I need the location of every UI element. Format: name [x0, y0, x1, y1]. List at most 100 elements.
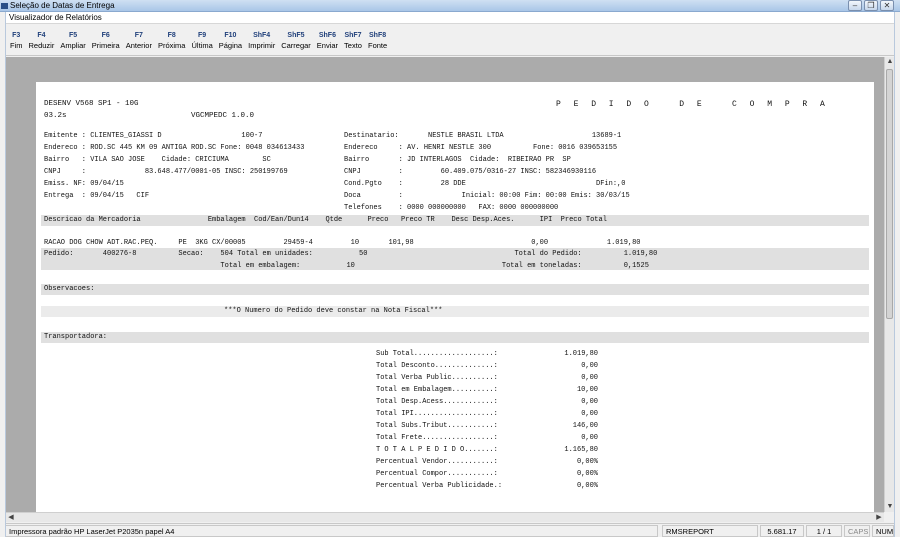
vertical-scrollbar[interactable]: ▲ ▼ [884, 57, 894, 512]
report-doc-title: P E D I D O D E C O M P R A [556, 100, 829, 109]
toolbar-key: ShF8 [369, 32, 387, 39]
total-value: 0,00 [581, 362, 598, 370]
total-label: Total IPI...................: [376, 410, 498, 418]
doca: Doca : Inicial: 00:00 Fim: 00:00 Emis: 3… [344, 192, 630, 200]
toolbar-button-texto[interactable]: ShF7 Texto [344, 24, 362, 55]
total-label: Percentual Verba Publicidade.: [376, 482, 503, 490]
toolbar-label: Imprimir [248, 41, 276, 50]
toolbar-button-enviar[interactable]: ShF6 Enviar [317, 24, 338, 55]
report-page: DESENV V568 SP1 - 10G 03.2s VGCMPEDC 1.0… [36, 82, 874, 512]
total-label: Percentual Compor...........: [376, 470, 498, 478]
app-root: Seleção de Datas de Entrega – ❐ ✕ Visual… [0, 0, 900, 537]
total-value: 0,00 [581, 374, 598, 382]
total-value: 1.019,80 [564, 350, 598, 358]
transp-label: Transportadora: [44, 333, 108, 341]
report-viewer-window: Visualizador de Relatórios F3 Fim F4 Reduzi… [5, 12, 895, 537]
dest-cnpj: CNPJ : 60.409.075/0316-27 INSC: 58234693… [344, 168, 597, 176]
horizontal-scrollbar[interactable]: ◀ ▶ [6, 512, 884, 522]
status-bar: Impressora padrão HP LaserJet P2035n pap… [6, 523, 894, 537]
toolbar-label: Texto [344, 41, 362, 50]
total-value: 0,00% [576, 458, 598, 466]
toolbar-button-fonte[interactable]: ShF8 Fonte [368, 24, 387, 55]
scroll-up-icon[interactable]: ▲ [885, 57, 895, 67]
obs-text-band [41, 306, 869, 317]
minimize-icon[interactable]: – [848, 0, 862, 11]
obs-label: Observacoes: [44, 285, 95, 293]
toolbar-label: Página [218, 41, 243, 50]
toolbar-key: ShF7 [344, 32, 362, 39]
pedido-row: Pedido: 400276-8 Secao: 504 Total em uni… [44, 250, 658, 258]
emitente-endereco: Endereco : ROD.SC 445 KM 09 ANTIGA ROD.S… [44, 144, 305, 152]
restore-icon[interactable]: ❐ [864, 0, 878, 11]
window-controls: – ❐ ✕ [848, 0, 894, 11]
vertical-scroll-thumb[interactable] [886, 69, 893, 319]
total-label: Total Frete.................: [376, 434, 498, 442]
report-program: VGCMPEDC 1.0.0 [191, 112, 255, 120]
toolbar-button--ltima[interactable]: F9 Última [191, 24, 212, 55]
toolbar-key: ShF5 [287, 32, 305, 39]
toolbar-key: F8 [167, 32, 176, 39]
toolbar-label: Próxima [157, 41, 186, 50]
total-label: Total Desconto..............: [376, 362, 498, 370]
total-value: 10,00 [576, 386, 598, 394]
toolbar-button-carregar[interactable]: ShF5 Carregar [281, 24, 311, 55]
total-label: Total Desp.Acess............: [376, 398, 498, 406]
close-icon[interactable]: ✕ [880, 0, 894, 11]
toolbar-button-fim[interactable]: F3 Fim [10, 24, 23, 55]
app-icon [1, 3, 8, 9]
toolbar-key: ShF4 [253, 32, 271, 39]
status-num: NUM [872, 525, 894, 537]
toolbar-key: F4 [37, 32, 46, 39]
toolbar-button-anterior[interactable]: F7 Anterior [126, 24, 152, 55]
report-version: 03.2s [44, 112, 67, 120]
total-label: Total em Embalagem..........: [376, 386, 498, 394]
toolbar-button-p-gina[interactable]: F10 Página [219, 24, 242, 55]
toolbar-button-pr-xima[interactable]: F8 Próxima [158, 24, 186, 55]
toolbar-label: Primeira [91, 41, 120, 50]
total-value: 0,00 [581, 434, 598, 442]
scroll-left-icon[interactable]: ◀ [6, 513, 16, 523]
entrega: Entrega : 09/04/15 CIF [44, 192, 150, 200]
toolbar-button-ampliar[interactable]: F5 Ampliar [60, 24, 85, 55]
total-label: Total Subs.Tribut...........: [376, 422, 498, 430]
toolbar-key: F5 [68, 32, 78, 39]
report-system: DESENV V568 SP1 - 10G [44, 100, 139, 108]
emitente-line: Emitente : CLIENTES_GIASSI D 100-7 [44, 132, 263, 140]
toolbar-key: F10 [224, 32, 237, 39]
outer-title-bar: Seleção de Datas de Entrega – ❐ ✕ [0, 0, 900, 12]
columns-header: Descricao da Mercadoria Embalagem Cod/Ea… [44, 216, 607, 224]
cond-pgto: Cond.Pgto : 28 DDE DFin:,0 [344, 180, 626, 188]
status-module: RMSREPORT [662, 525, 758, 537]
total-value: 0,00% [576, 470, 598, 478]
toolbar-key: F9 [198, 32, 207, 39]
status-printer: Impressora padrão HP LaserJet P2035n pap… [6, 525, 658, 537]
toolbar-label: Fim [10, 41, 23, 50]
toolbar-button-reduzir[interactable]: F4 Reduzir [29, 24, 55, 55]
toolbar-label: Ampliar [60, 41, 86, 50]
toolbar-label: Carregar [281, 41, 311, 50]
emitente-cnpj: CNPJ : 83.648.477/0001-05 INSC: 25019976… [44, 168, 288, 176]
emitente-bairro: Bairro : VILA SAO JOSE Cidade: CRICIUMA … [44, 156, 271, 164]
item-row: RACAO DOG CHOW ADT.RAC.PEQ. PE 3KG CX/00… [44, 239, 641, 247]
total-label: Sub Total...................: [376, 350, 498, 358]
toolbar: F3 Fim F4 Reduzir F5 Ampliar F6 Primeira F7 Anter… [6, 24, 894, 56]
total-value: 0,00 [581, 398, 598, 406]
status-caps: CAPS [844, 525, 870, 537]
status-number: 5.681.17 [760, 525, 804, 537]
destinatario-line: Destinatario: NESTLE BRASIL LTDA 13689-1 [344, 132, 622, 140]
viewer-title: Visualizador de Relatórios [6, 12, 894, 24]
scroll-down-icon[interactable]: ▼ [885, 502, 895, 512]
toolbar-button-imprimir[interactable]: ShF4 Imprimir [248, 24, 275, 55]
telefones: Telefones : 0000 000000000 FAX: 0000 000… [344, 204, 559, 212]
status-page: 1 / 1 [806, 525, 842, 537]
document-viewport: DESENV V568 SP1 - 10G 03.2s VGCMPEDC 1.0… [6, 57, 884, 512]
total-value: 1.165,80 [564, 446, 598, 454]
embalagem-row: Total em embalagem: 10 Total em tonelada… [44, 262, 649, 270]
scroll-right-icon[interactable]: ▶ [874, 513, 884, 523]
toolbar-key: F3 [12, 32, 21, 39]
toolbar-label: Fonte [367, 41, 388, 50]
toolbar-label: Última [191, 41, 213, 50]
outer-window-title: Seleção de Datas de Entrega [10, 1, 115, 10]
toolbar-key: F7 [134, 32, 143, 39]
toolbar-button-primeira[interactable]: F6 Primeira [92, 24, 120, 55]
